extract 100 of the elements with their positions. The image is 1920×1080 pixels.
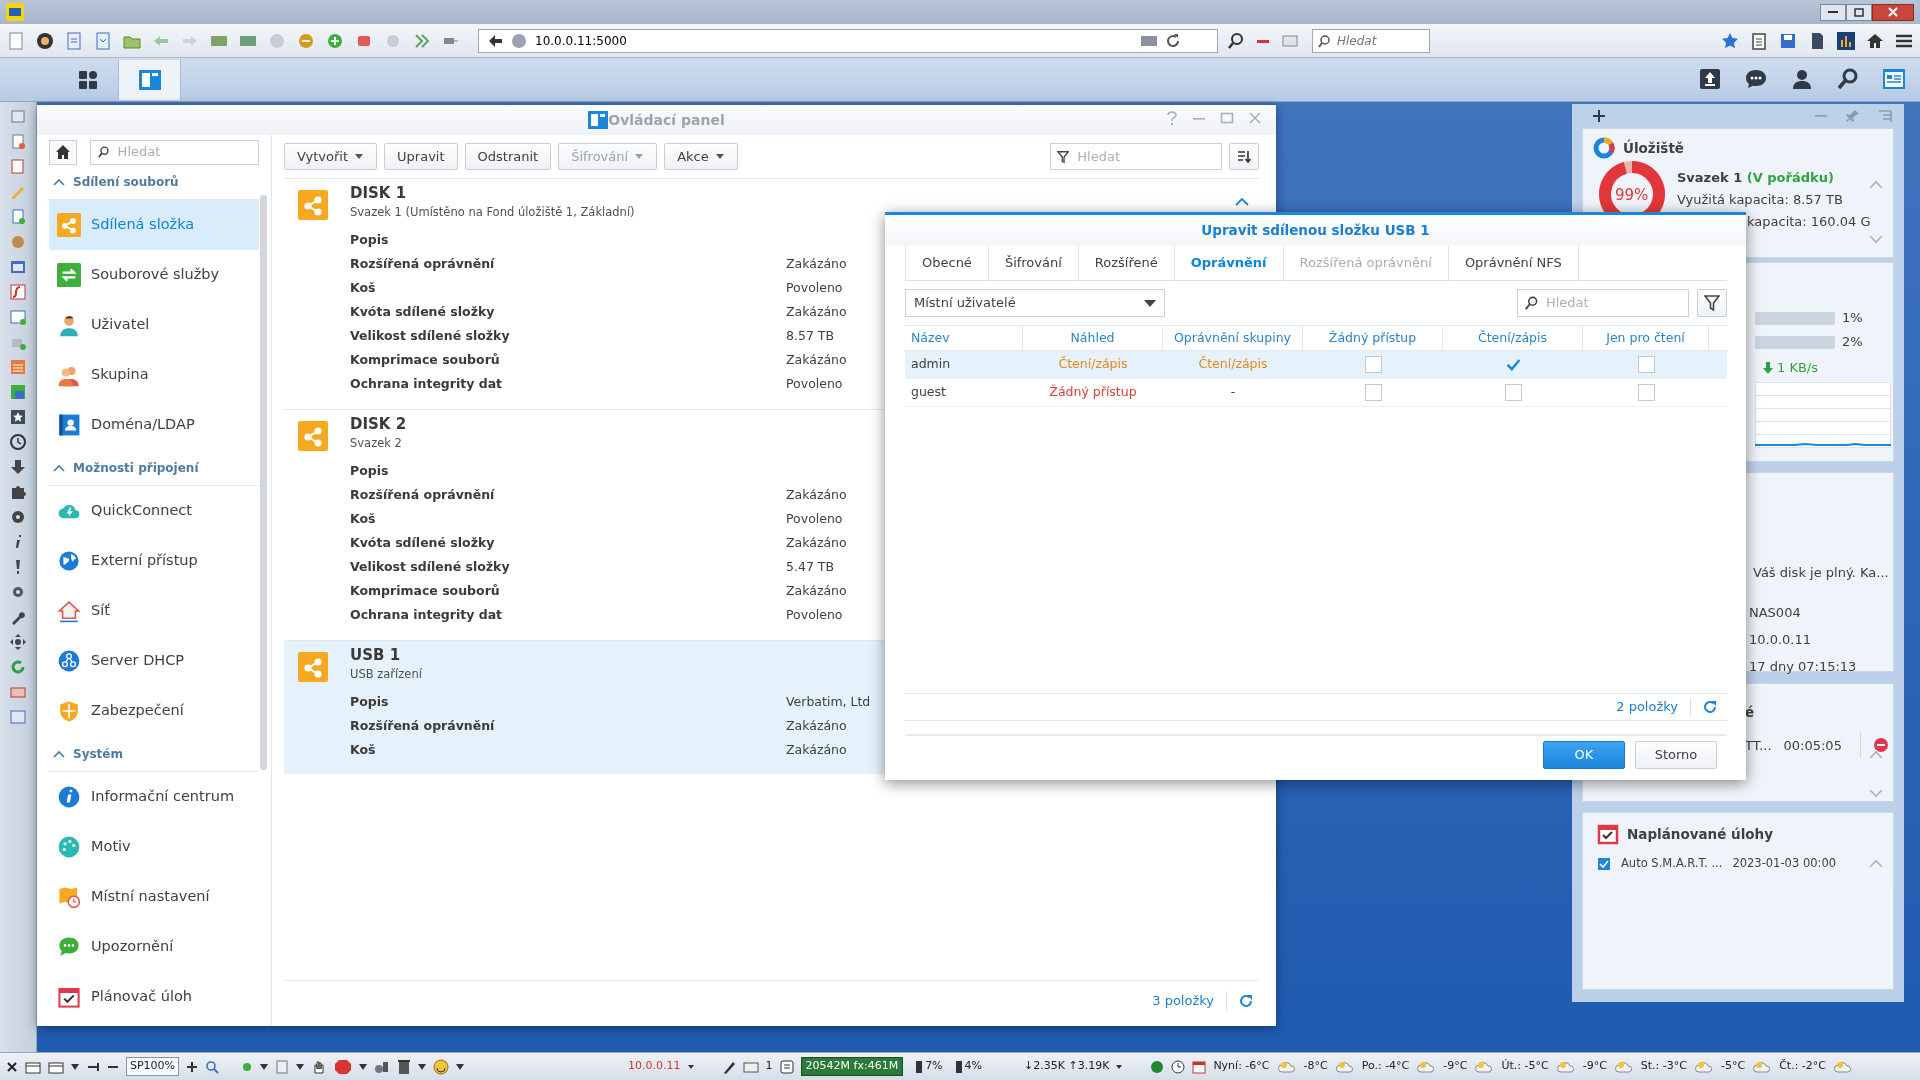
- sidebar-item[interactable]: Souborové služby: [49, 250, 259, 300]
- column-header[interactable]: Název: [905, 326, 1023, 350]
- tab[interactable]: Šifrování: [987, 245, 1078, 281]
- cookie-icon[interactable]: [9, 233, 27, 251]
- clock-icon[interactable]: [9, 433, 27, 451]
- refresh-icon[interactable]: [9, 658, 27, 676]
- chevron-up-icon[interactable]: [1869, 750, 1883, 759]
- calendar-icon[interactable]: [1192, 1059, 1207, 1074]
- refresh-icon[interactable]: [1703, 700, 1717, 714]
- search-input[interactable]: Hledat: [115, 141, 252, 163]
- caret-icon[interactable]: [296, 1063, 305, 1070]
- smiley-icon[interactable]: [433, 1058, 450, 1075]
- search-icon[interactable]: [1836, 67, 1860, 91]
- chevron-up-icon[interactable]: [53, 749, 65, 758]
- permission-checkbox[interactable]: [1504, 356, 1522, 373]
- toolbar-button[interactable]: Akce: [664, 143, 738, 170]
- tab[interactable]: Rozšířené: [1077, 245, 1174, 281]
- window-icon[interactable]: [9, 258, 27, 276]
- sidebar-item[interactable]: Doména/LDAP: [49, 400, 259, 450]
- caret-icon[interactable]: [1116, 1064, 1123, 1069]
- search-box[interactable]: Hledat: [1312, 28, 1430, 53]
- caret-icon[interactable]: [456, 1063, 465, 1070]
- tab[interactable]: Obecné: [905, 245, 988, 281]
- close-button[interactable]: [1872, 3, 1914, 21]
- flash-icon[interactable]: [9, 283, 27, 301]
- search-field[interactable]: Hledat: [1517, 289, 1689, 317]
- arrow-down-icon[interactable]: [9, 458, 27, 476]
- help-icon[interactable]: [1166, 111, 1178, 125]
- tab[interactable]: Oprávnění NFS: [1447, 245, 1579, 281]
- window-icon[interactable]: [48, 1059, 64, 1074]
- permission-checkbox[interactable]: [1637, 384, 1655, 401]
- table-row[interactable]: guest Žádný přístup -: [905, 379, 1727, 407]
- caret-icon[interactable]: [687, 1064, 694, 1069]
- toolbar-button[interactable]: Vytvořit: [284, 143, 378, 170]
- search-input[interactable]: Hledat: [1543, 292, 1682, 314]
- user-icon[interactable]: [1790, 67, 1814, 91]
- magnifier-icon[interactable]: [205, 1059, 220, 1074]
- window-icon[interactable]: [25, 1059, 41, 1074]
- gear-icon[interactable]: [9, 508, 27, 526]
- search-icon[interactable]: [1227, 31, 1245, 50]
- home-button[interactable]: [49, 139, 78, 165]
- sort-button[interactable]: [1229, 143, 1259, 170]
- page-icon[interactable]: [9, 133, 27, 151]
- chat-icon[interactable]: [1744, 67, 1768, 91]
- chip-icon[interactable]: [779, 1059, 794, 1074]
- clock-icon[interactable]: [1171, 1059, 1186, 1074]
- chevron-up-icon[interactable]: [53, 463, 65, 472]
- sidebar-item[interactable]: Upozornění: [49, 922, 259, 972]
- document-icon[interactable]: [93, 30, 113, 51]
- sidebar-item[interactable]: Plánovač úloh: [49, 972, 259, 1022]
- search-field[interactable]: Hledat: [1335, 30, 1425, 51]
- keyboard-icon[interactable]: [742, 1060, 759, 1073]
- address-bar[interactable]: 10.0.0.11:5000: [478, 28, 1218, 53]
- filter-field[interactable]: Hledat: [1050, 143, 1222, 170]
- column-header[interactable]: Oprávnění skupiny: [1163, 326, 1303, 350]
- user-type-dropdown[interactable]: Místní uživatelé: [905, 289, 1165, 317]
- caret-icon[interactable]: [418, 1063, 427, 1070]
- toolbar-button[interactable]: Odstranit: [464, 143, 552, 170]
- sidebar-item[interactable]: QuickConnect: [49, 486, 259, 536]
- permission-checkbox[interactable]: [1364, 356, 1382, 373]
- filter-input[interactable]: Hledat: [1075, 145, 1215, 168]
- disconnect-icon[interactable]: [1872, 737, 1889, 754]
- zoom-level[interactable]: SP100%: [126, 1057, 180, 1076]
- dot-icon[interactable]: [241, 1060, 254, 1073]
- caret-icon[interactable]: [359, 1063, 368, 1070]
- tab[interactable]: Oprávnění: [1173, 245, 1283, 281]
- chevron-up-icon[interactable]: [53, 177, 65, 186]
- sidebar-item[interactable]: Skupina: [49, 350, 259, 400]
- sidebar-item[interactable]: Místní nastavení: [49, 872, 259, 922]
- cancel-button[interactable]: Storno: [1635, 741, 1717, 769]
- column-header[interactable]: Jen pro čtení: [1583, 326, 1709, 350]
- trash-icon[interactable]: [397, 1058, 412, 1075]
- plus-icon[interactable]: [186, 1060, 199, 1073]
- caret-icon[interactable]: [71, 1063, 79, 1070]
- sidebar-item[interactable]: Zabezpečení: [49, 686, 259, 736]
- sidebar-item[interactable]: Motiv: [49, 822, 259, 872]
- smiley-icon[interactable]: [35, 30, 55, 51]
- table-row[interactable]: admin Čtení/zápis Čtení/zápis: [905, 351, 1727, 379]
- stop-sign-icon[interactable]: [334, 1058, 353, 1075]
- column-header[interactable]: Čtení/zápis: [1443, 326, 1583, 350]
- chevron-up-icon[interactable]: [1235, 197, 1249, 206]
- upload-icon[interactable]: [1698, 67, 1722, 91]
- column-header[interactable]: Náhled: [1023, 326, 1163, 350]
- scrollbar[interactable]: [260, 195, 267, 770]
- widgets-icon[interactable]: [1882, 67, 1906, 91]
- sidebar-item[interactable]: Informační centrum: [49, 772, 259, 822]
- taskbar-app[interactable]: [119, 60, 181, 100]
- maximize-icon[interactable]: [1220, 111, 1234, 125]
- permission-checkbox[interactable]: [1637, 356, 1655, 373]
- refresh-icon[interactable]: [1239, 993, 1253, 1008]
- filter-button[interactable]: [1697, 289, 1727, 317]
- window-icon[interactable]: [9, 308, 27, 326]
- sidebar-item[interactable]: Server DHCP: [49, 636, 259, 686]
- toolbar-button[interactable]: Upravit: [384, 143, 458, 170]
- reload-icon[interactable]: [1165, 32, 1181, 49]
- sidebar-item[interactable]: Externí přístup: [49, 536, 259, 586]
- document-icon[interactable]: [64, 30, 84, 51]
- caret-icon[interactable]: [260, 1063, 269, 1070]
- address-field[interactable]: 10.0.0.11:5000: [533, 30, 1133, 51]
- permission-checkbox[interactable]: [1504, 384, 1522, 401]
